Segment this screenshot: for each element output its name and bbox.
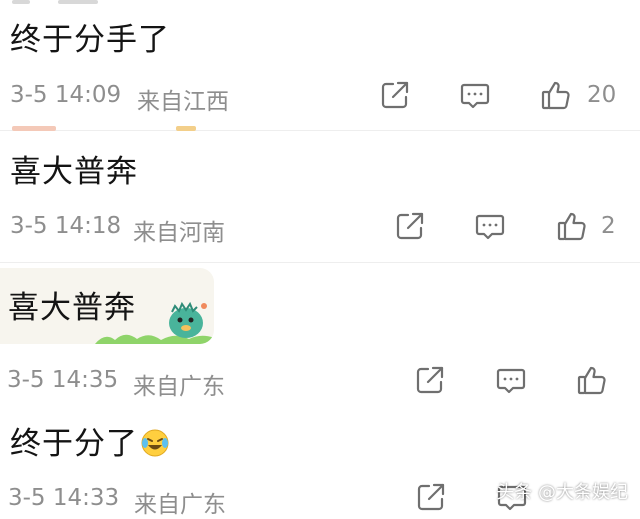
thumbs-up-icon[interactable] <box>555 209 589 243</box>
comment-location: 来自江西 <box>137 89 229 115</box>
comment-icon[interactable] <box>473 209 507 243</box>
share-icon[interactable] <box>393 209 427 243</box>
like-count: 20 <box>587 82 617 108</box>
thumbs-up-icon[interactable] <box>539 78 573 112</box>
comment-icon[interactable] <box>494 363 528 397</box>
comment-time: 3-5 14:33 <box>8 485 120 511</box>
share-icon[interactable] <box>413 363 447 397</box>
comment-location: 来自广东 <box>134 492 226 518</box>
like-count: 2 <box>601 213 616 239</box>
comment-location: 来自广东 <box>133 374 225 400</box>
laughing-crying-emoji <box>141 429 169 457</box>
watermark: 头条 @大条娱纪 <box>496 482 628 503</box>
comment-text-row: 终于分了 <box>10 418 170 463</box>
comment-icon[interactable] <box>458 78 492 112</box>
dinosaur-sticker <box>169 301 207 338</box>
thumbs-up-icon[interactable] <box>575 363 609 397</box>
comment-text: 终于分手了 <box>10 22 170 58</box>
comment-text: 喜大普奔 <box>8 290 136 326</box>
sticker-remnant <box>0 126 640 134</box>
comment-time: 3-5 14:18 <box>10 213 122 239</box>
share-icon[interactable] <box>414 480 448 514</box>
comment-text: 终于分了 <box>10 426 138 462</box>
comment-time: 3-5 14:35 <box>7 367 119 393</box>
divider <box>0 262 640 263</box>
share-icon[interactable] <box>378 78 412 112</box>
comment-location: 来自河南 <box>133 220 225 246</box>
comment-text: 喜大普奔 <box>10 154 138 190</box>
comment-time: 3-5 14:09 <box>10 82 122 108</box>
previous-comment-remnant <box>0 0 640 8</box>
